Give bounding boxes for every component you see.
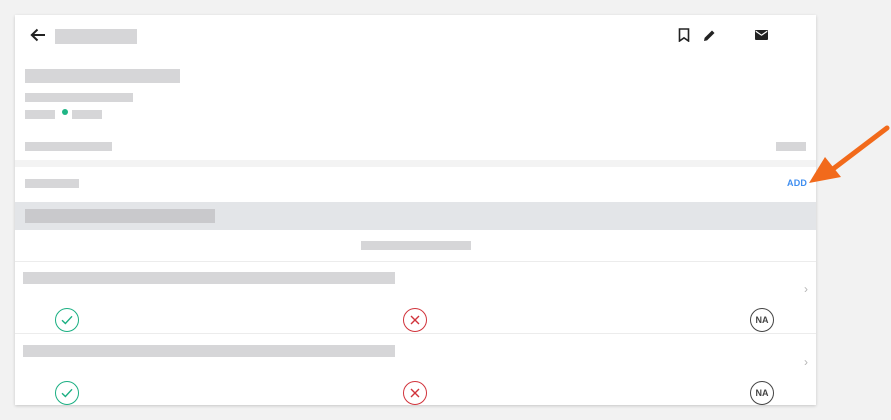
mail-icon — [754, 30, 768, 40]
mail-button[interactable] — [751, 25, 771, 45]
arrow-left-icon — [30, 28, 45, 42]
x-circle-icon — [410, 315, 420, 325]
fail-button[interactable] — [403, 381, 427, 405]
question-text — [23, 345, 395, 357]
annotation-arrow-icon — [809, 125, 890, 183]
question-text — [23, 272, 395, 284]
bookmark-icon — [678, 28, 690, 42]
pass-button[interactable] — [55, 381, 79, 405]
na-button[interactable]: NA — [750, 308, 774, 332]
section-title — [25, 179, 79, 188]
na-button[interactable]: NA — [750, 381, 774, 405]
edit-button[interactable] — [699, 25, 719, 45]
pencil-icon — [703, 30, 714, 41]
pass-button[interactable] — [55, 308, 79, 332]
status-dot — [62, 109, 68, 115]
list-item[interactable]: › NA — [15, 334, 816, 405]
inspection-meta-left — [25, 110, 55, 119]
chevron-right-icon[interactable]: › — [804, 282, 808, 296]
list-item[interactable]: › NA — [15, 262, 816, 333]
check-circle-icon — [61, 388, 73, 398]
inspection-card: ADD › NA › NA — [15, 15, 816, 405]
na-label: NA — [755, 315, 769, 325]
summary-label — [25, 142, 112, 151]
inspection-name — [25, 69, 180, 83]
check-circle-icon — [61, 315, 73, 325]
x-circle-icon — [410, 388, 420, 398]
bookmark-button[interactable] — [675, 25, 693, 45]
summary-value — [776, 142, 806, 151]
inspection-meta-right — [72, 110, 102, 119]
inspection-subtitle — [25, 93, 133, 102]
na-label: NA — [755, 388, 769, 398]
section-gap — [15, 160, 816, 167]
fail-button[interactable] — [403, 308, 427, 332]
back-button[interactable] — [27, 25, 49, 45]
page-title — [55, 29, 137, 44]
group-header — [15, 202, 816, 230]
group-title — [25, 209, 215, 223]
chevron-right-icon[interactable]: › — [804, 355, 808, 369]
column-header — [361, 241, 471, 250]
